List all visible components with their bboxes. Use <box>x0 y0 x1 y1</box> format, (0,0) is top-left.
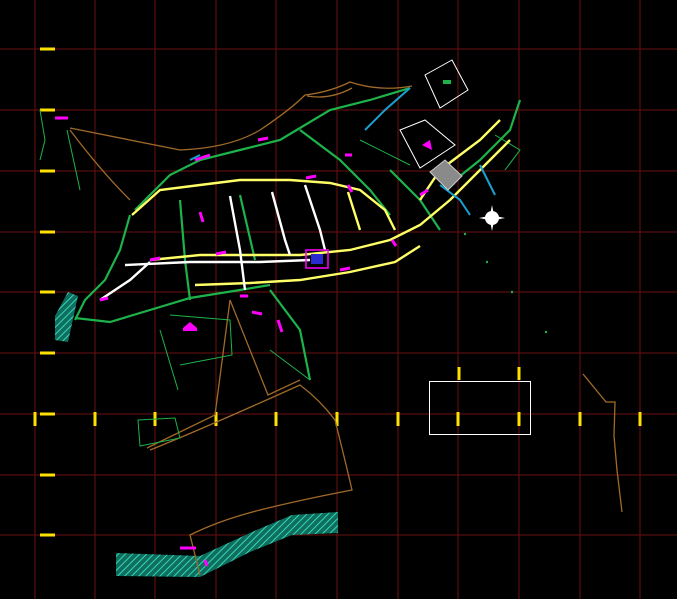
road-network-main <box>99 119 511 301</box>
cad-canvas[interactable] <box>0 0 677 599</box>
cad-drawing-viewport[interactable] <box>0 0 677 599</box>
utility-segments <box>55 116 429 567</box>
hatched-areas <box>55 292 338 577</box>
building-block <box>429 159 463 191</box>
parcel-lines <box>39 59 521 447</box>
compass-rose-icon <box>479 205 505 231</box>
map-symbols <box>183 80 548 334</box>
hatch-area-west <box>55 292 78 342</box>
road-network-green <box>74 86 522 381</box>
hatch-area-south <box>116 512 338 577</box>
church-symbol <box>183 322 197 328</box>
selection-rectangle[interactable] <box>429 381 531 435</box>
